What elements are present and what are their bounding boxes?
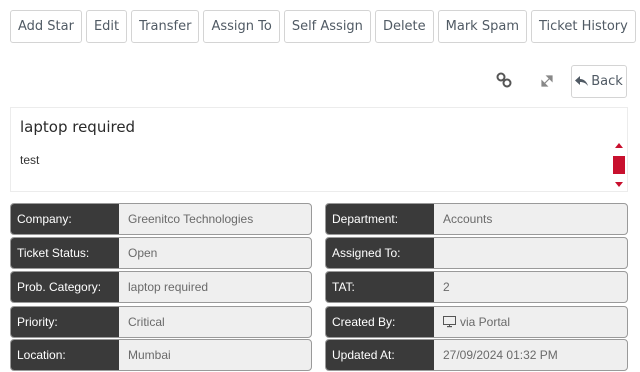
detail-value: via Portal	[434, 307, 627, 337]
detail-label: Location:	[11, 340, 119, 370]
ticket-description-panel: laptop required test	[10, 107, 628, 192]
detail-row-tat: TAT: 2	[325, 271, 628, 303]
expand-icon[interactable]	[538, 72, 556, 90]
detail-row-priority: Priority: Critical	[10, 306, 312, 338]
delete-button[interactable]: Delete	[374, 10, 434, 43]
detail-label: Department:	[326, 204, 434, 234]
assign-to-button[interactable]: Assign To	[203, 10, 280, 43]
reply-icon	[575, 76, 589, 86]
scroll-thumb[interactable]	[613, 156, 625, 174]
action-toolbar: Add Star Edit Transfer Assign To Self As…	[10, 10, 636, 43]
detail-value	[434, 238, 627, 268]
detail-row-department: Department: Accounts	[325, 203, 628, 235]
back-label: Back	[591, 74, 623, 89]
detail-row-created-by: Created By: via Portal	[325, 306, 628, 338]
detail-row-prob-category: Prob. Category: laptop required	[10, 271, 312, 303]
scroll-up-icon[interactable]	[615, 143, 623, 148]
detail-label: Updated At:	[326, 340, 434, 370]
ticket-history-button[interactable]: Ticket History	[530, 10, 636, 43]
ticket-description: test	[20, 153, 40, 167]
detail-row-location: Location: Mumbai	[10, 339, 312, 371]
detail-label: TAT:	[326, 272, 434, 302]
self-assign-button[interactable]: Self Assign	[283, 10, 371, 43]
detail-value: laptop required	[128, 280, 209, 294]
detail-value: Mumbai	[128, 348, 171, 362]
detail-label: Company:	[11, 204, 119, 234]
add-star-button[interactable]: Add Star	[10, 10, 82, 43]
detail-label: Priority:	[11, 307, 119, 337]
detail-value: Accounts	[443, 212, 493, 226]
edit-button[interactable]: Edit	[85, 10, 128, 43]
detail-value: 2	[443, 280, 450, 294]
detail-label: Ticket Status:	[11, 238, 119, 268]
detail-label: Prob. Category:	[11, 272, 119, 302]
back-button[interactable]: Back	[571, 65, 627, 98]
link-icon[interactable]	[495, 71, 513, 89]
ticket-subject: laptop required	[20, 118, 136, 136]
detail-label: Created By:	[326, 307, 434, 337]
monitor-icon	[443, 316, 456, 328]
detail-value: Open	[128, 246, 158, 260]
description-scrollbar[interactable]	[613, 141, 625, 191]
detail-value: Greenitco Technologies	[128, 212, 254, 226]
detail-row-updated-at: Updated At: 27/09/2024 01:32 PM	[325, 339, 628, 371]
mark-spam-button[interactable]: Mark Spam	[437, 10, 527, 43]
detail-row-company: Company: Greenitco Technologies	[10, 203, 312, 235]
created-by-value: via Portal	[460, 315, 511, 329]
transfer-button[interactable]: Transfer	[131, 10, 200, 43]
detail-value: Critical	[128, 315, 165, 329]
detail-row-ticket-status: Ticket Status: Open	[10, 237, 312, 269]
scroll-down-icon[interactable]	[615, 182, 623, 187]
detail-label: Assigned To:	[326, 238, 434, 268]
detail-row-assigned-to: Assigned To:	[325, 237, 628, 269]
detail-value: 27/09/2024 01:32 PM	[443, 348, 558, 362]
